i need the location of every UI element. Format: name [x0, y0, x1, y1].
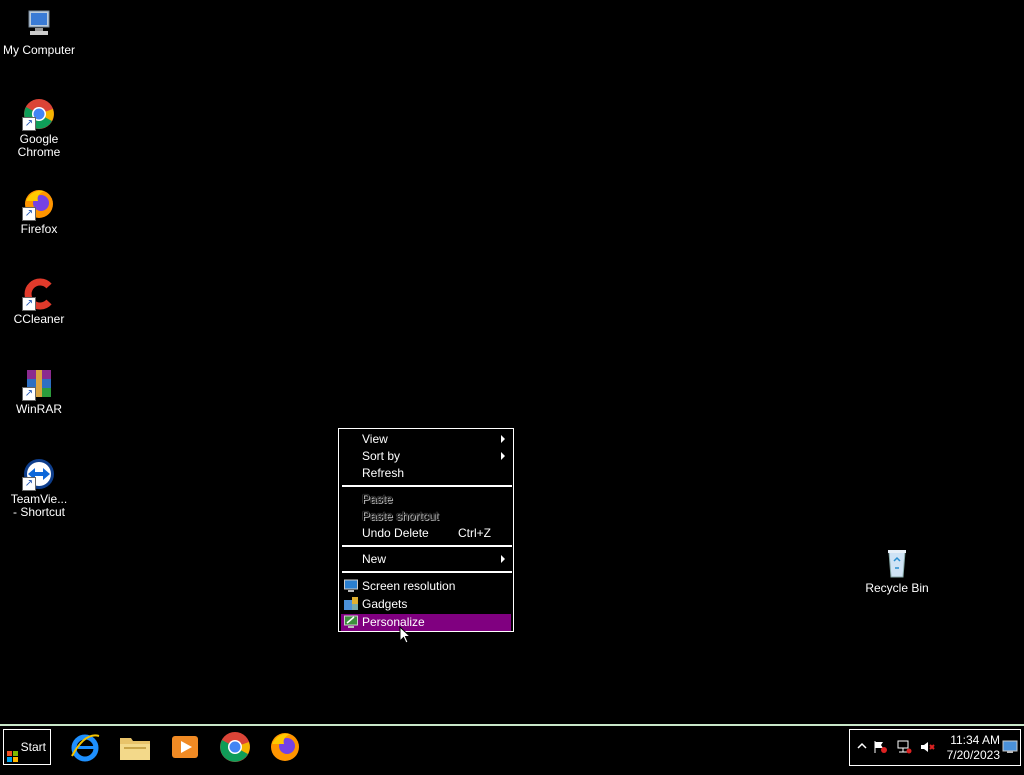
menu-item-label: New — [362, 552, 387, 566]
menu-separator — [342, 571, 512, 573]
windows-logo-icon — [7, 741, 18, 762]
desktop-icon-my-computer[interactable]: My Computer — [0, 8, 78, 57]
menu-separator — [342, 485, 512, 487]
icon-label: Google Chrome — [17, 132, 61, 159]
menu-item-sort-by[interactable]: Sort by — [341, 448, 511, 465]
icon-label: My Computer — [2, 43, 76, 57]
desktop-icon-teamviewer[interactable]: ↗ TeamVie... - Shortcut — [0, 457, 78, 519]
ccleaner-icon: ↗ — [22, 277, 56, 311]
recycle-bin-icon — [880, 546, 914, 580]
icon-label: TeamVie... - Shortcut — [10, 492, 68, 519]
media-player-icon[interactable] — [168, 730, 202, 764]
firefox-icon[interactable] — [268, 730, 302, 764]
shortcut-arrow-icon: ↗ — [22, 117, 36, 131]
clock-time: 11:34 AM — [950, 733, 1000, 747]
teamviewer-icon: ↗ — [22, 457, 56, 491]
action-center-flag-icon[interactable] — [872, 740, 888, 754]
clock-date: 7/20/2023 — [946, 748, 1000, 762]
mouse-cursor-icon — [399, 625, 412, 644]
computer-icon — [22, 8, 56, 42]
menu-item-label: Gadgets — [362, 597, 408, 611]
icon-label: WinRAR — [15, 402, 62, 416]
icon-label: Firefox — [20, 222, 58, 236]
desktop-icon-winrar[interactable]: ↗ WinRAR — [0, 367, 78, 416]
show-desktop-icon[interactable] — [1002, 740, 1018, 754]
menu-item-label: Undo Delete — [362, 526, 429, 540]
desktop-icon-ccleaner[interactable]: ↗ CCleaner — [0, 277, 78, 326]
menu-item-refresh[interactable]: Refresh — [341, 465, 511, 482]
show-hidden-icons-icon[interactable] — [854, 740, 870, 754]
menu-item-label: Refresh — [362, 466, 405, 480]
desktop-icon-recycle-bin[interactable]: Recycle Bin — [858, 546, 936, 595]
winrar-icon: ↗ — [22, 367, 56, 401]
shortcut-arrow-icon: ↗ — [22, 477, 36, 491]
submenu-arrow-icon — [501, 435, 505, 443]
menu-item-label: Personalize — [362, 615, 425, 629]
chrome-icon: ↗ — [22, 97, 56, 131]
icon-label: Recycle Bin — [865, 581, 929, 595]
taskbar: Start 11:34 AM 7/20/2023 — [0, 724, 1024, 768]
menu-item-new[interactable]: New — [341, 551, 511, 568]
firefox-icon: ↗ — [22, 187, 56, 221]
menu-item-paste[interactable]: Paste — [341, 491, 511, 508]
personalize-icon — [344, 615, 358, 629]
desktop-icon-chrome[interactable]: ↗ Google Chrome — [0, 97, 78, 159]
shortcut-arrow-icon: ↗ — [22, 297, 36, 311]
menu-item-shortcut: Ctrl+Z — [458, 526, 491, 540]
volume-muted-icon[interactable] — [920, 740, 936, 754]
menu-item-gadgets[interactable]: Gadgets — [341, 596, 511, 613]
submenu-arrow-icon — [501, 555, 505, 563]
menu-item-view[interactable]: View — [341, 431, 511, 448]
network-icon[interactable] — [896, 740, 912, 754]
menu-item-undo-delete[interactable]: Undo Delete Ctrl+Z — [341, 525, 511, 542]
desktop-icon-firefox[interactable]: ↗ Firefox — [0, 187, 78, 236]
submenu-arrow-icon — [501, 452, 505, 460]
menu-item-personalize[interactable]: Personalize — [341, 614, 511, 631]
menu-item-label: Paste — [362, 492, 393, 506]
menu-item-paste-shortcut[interactable]: Paste shortcut — [341, 508, 511, 525]
menu-separator — [342, 545, 512, 547]
gadgets-icon — [344, 597, 358, 611]
start-button[interactable]: Start — [3, 729, 51, 765]
system-tray: 11:34 AM 7/20/2023 — [849, 729, 1021, 766]
shortcut-arrow-icon: ↗ — [22, 387, 36, 401]
menu-item-label: Sort by — [362, 449, 401, 463]
menu-item-screen-resolution[interactable]: Screen resolution — [341, 578, 511, 595]
clock[interactable]: 11:34 AM 7/20/2023 — [946, 733, 1000, 763]
start-label: Start — [20, 740, 46, 754]
icon-label: CCleaner — [13, 312, 65, 326]
menu-item-label: Paste shortcut — [362, 509, 439, 523]
menu-item-label: Screen resolution — [362, 579, 456, 593]
chrome-icon[interactable] — [218, 730, 252, 764]
internet-explorer-icon[interactable] — [68, 730, 102, 764]
desktop-context-menu: View Sort by Refresh Paste Paste shortcu… — [338, 428, 514, 632]
shortcut-arrow-icon: ↗ — [22, 207, 36, 221]
monitor-icon — [344, 579, 358, 593]
file-explorer-icon[interactable] — [118, 730, 152, 764]
menu-item-label: View — [362, 432, 388, 446]
